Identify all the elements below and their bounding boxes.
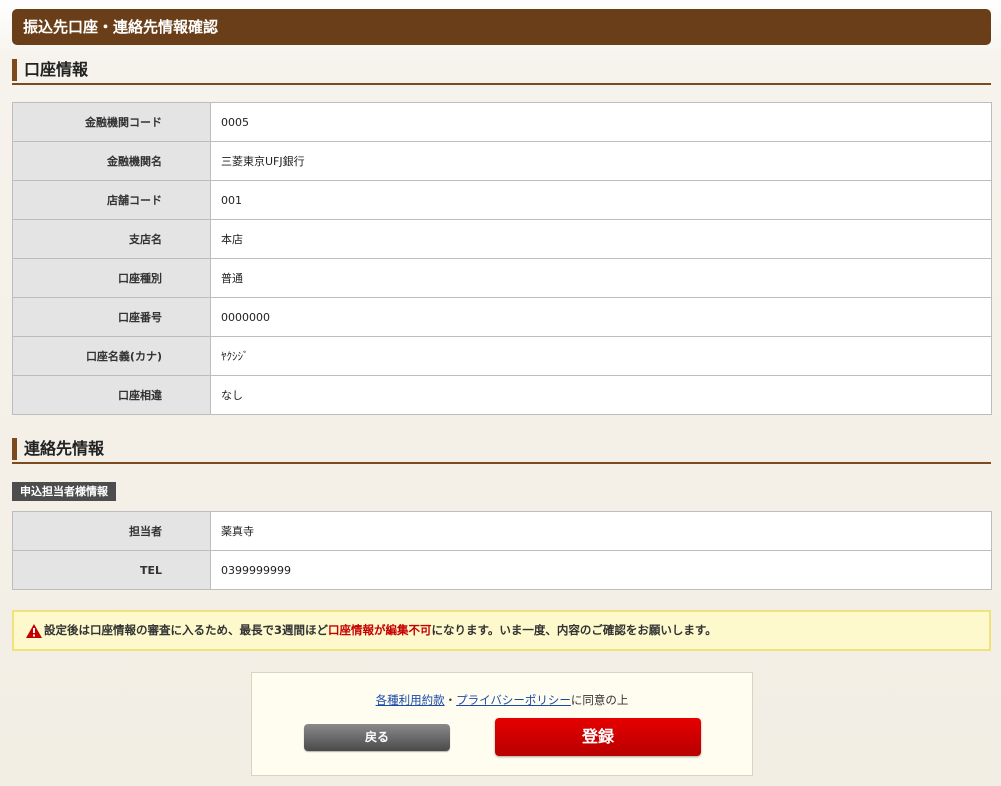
account-holder-label: 口座名義(カナ) [12,336,211,376]
table-row: 口座番号 0000000 [12,297,992,337]
account-mismatch-label: 口座相違 [12,375,211,415]
table-row: 金融機関名 三菱東京UFJ銀行 [12,141,992,181]
bank-code-label: 金融機関コード [12,102,211,142]
contact-person-value: 薬真寺 [210,511,992,551]
table-row: 口座相違 なし [12,375,992,415]
agreement-suffix: に同意の上 [570,693,629,707]
privacy-policy-link[interactable]: プライバシーポリシー [456,693,571,707]
bank-name-label: 金融機関名 [12,141,211,181]
table-row: 口座名義(カナ) ﾔｸｼｼﾞ [12,336,992,376]
warning-text-after: になります。いま一度、内容のご確認をお願いします。 [431,623,717,637]
warning-notice: 設定後は口座情報の審査に入るため、最長で3週間ほど口座情報が編集不可になります。… [12,610,991,651]
bank-code-value: 0005 [210,102,992,142]
section-marker [12,59,17,81]
warning-text-highlight: 口座情報が編集不可 [328,623,432,637]
tel-label: TEL [12,550,211,590]
account-mismatch-value: なし [210,375,992,415]
table-row: 担当者 薬真寺 [12,511,992,551]
agreement-text: 各種利用約款・プライバシーポリシーに同意の上 [252,692,752,708]
account-number-label: 口座番号 [12,297,211,337]
account-type-label: 口座種別 [12,258,211,298]
table-row: 金融機関コード 0005 [12,102,992,142]
terms-link[interactable]: 各種利用約款 [376,693,445,707]
branch-name-label: 支店名 [12,219,211,259]
account-number-value: 0000000 [210,297,992,337]
account-type-value: 普通 [210,258,992,298]
branch-code-label: 店舗コード [12,180,211,220]
contact-person-label: 担当者 [12,511,211,551]
table-row: 支店名 本店 [12,219,992,259]
warning-text-before: 設定後は口座情報の審査に入るため、最長で3週間ほど [44,623,328,637]
branch-name-value: 本店 [210,219,992,259]
bank-name-value: 三菱東京UFJ銀行 [210,141,992,181]
contact-section-title: 連絡先情報 [24,439,105,458]
account-section-header: 口座情報 [12,59,991,85]
agreement-panel: 各種利用約款・プライバシーポリシーに同意の上 戻る 登録 [251,672,753,776]
account-holder-value: ﾔｸｼｼﾞ [210,336,992,376]
branch-code-value: 001 [210,180,992,220]
warning-icon [26,624,42,638]
contact-section-header: 連絡先情報 [12,438,991,464]
tel-value: 0399999999 [210,550,992,590]
table-row: 店舗コード 001 [12,180,992,220]
back-button[interactable]: 戻る [304,724,450,751]
section-marker [12,438,17,460]
table-row: 口座種別 普通 [12,258,992,298]
register-button[interactable]: 登録 [495,718,701,756]
page-title: 振込先口座・連絡先情報確認 [12,9,991,45]
table-row: TEL 0399999999 [12,550,992,590]
link-separator: ・ [444,693,457,707]
account-info-table: 金融機関コード 0005 金融機関名 三菱東京UFJ銀行 店舗コード 001 支… [12,102,992,415]
account-section-title: 口座情報 [24,60,89,79]
contact-info-table: 担当者 薬真寺 TEL 0399999999 [12,511,992,590]
applicant-info-label: 申込担当者様情報 [12,482,116,501]
